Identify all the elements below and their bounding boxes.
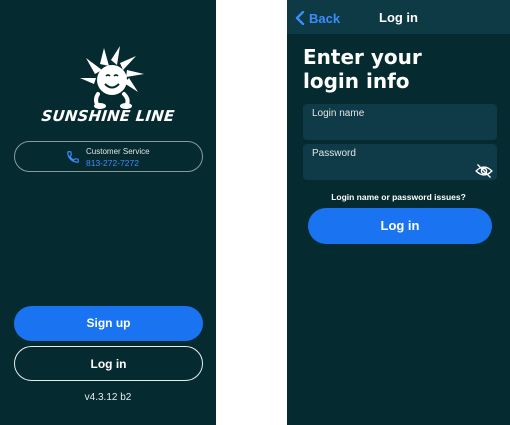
login-name-placeholder: Login name bbox=[312, 108, 365, 119]
log-in-button[interactable]: Log in bbox=[14, 346, 203, 381]
login-screen: Back Log in Enter your login info Login … bbox=[287, 0, 510, 425]
login-name-field[interactable]: Login name bbox=[303, 104, 497, 140]
brand-logo-text: SUNSHINE LINE bbox=[40, 107, 176, 125]
log-in-submit-button[interactable]: Log in bbox=[308, 208, 492, 244]
password-field[interactable]: Password bbox=[303, 144, 497, 180]
page-title: Log in bbox=[379, 10, 418, 25]
sign-up-button[interactable]: Sign up bbox=[14, 306, 203, 341]
sunshine-sun-logo-icon bbox=[80, 46, 144, 109]
login-issues-link[interactable]: Login name or password issues? bbox=[287, 192, 510, 202]
app-version: v4.3.12 b2 bbox=[84, 392, 132, 403]
password-placeholder: Password bbox=[312, 148, 356, 159]
customer-service-text: Customer Service 813-272-7272 bbox=[86, 147, 150, 168]
customer-service-label: Customer Service bbox=[86, 147, 150, 156]
customer-service-phone[interactable]: 813-272-7272 bbox=[86, 158, 150, 168]
login-heading: Enter your login info bbox=[303, 45, 503, 93]
navigation-bar: Back Log in bbox=[287, 0, 510, 34]
eye-slash-icon[interactable] bbox=[475, 164, 493, 178]
welcome-screen: SUNSHINE LINE Customer Service 813-272-7… bbox=[0, 0, 216, 425]
login-heading-line-1: Enter your bbox=[303, 45, 422, 69]
customer-service-button[interactable]: Customer Service 813-272-7272 bbox=[14, 141, 203, 172]
phone-icon bbox=[67, 151, 79, 163]
login-heading-line-2: login info bbox=[303, 69, 410, 93]
